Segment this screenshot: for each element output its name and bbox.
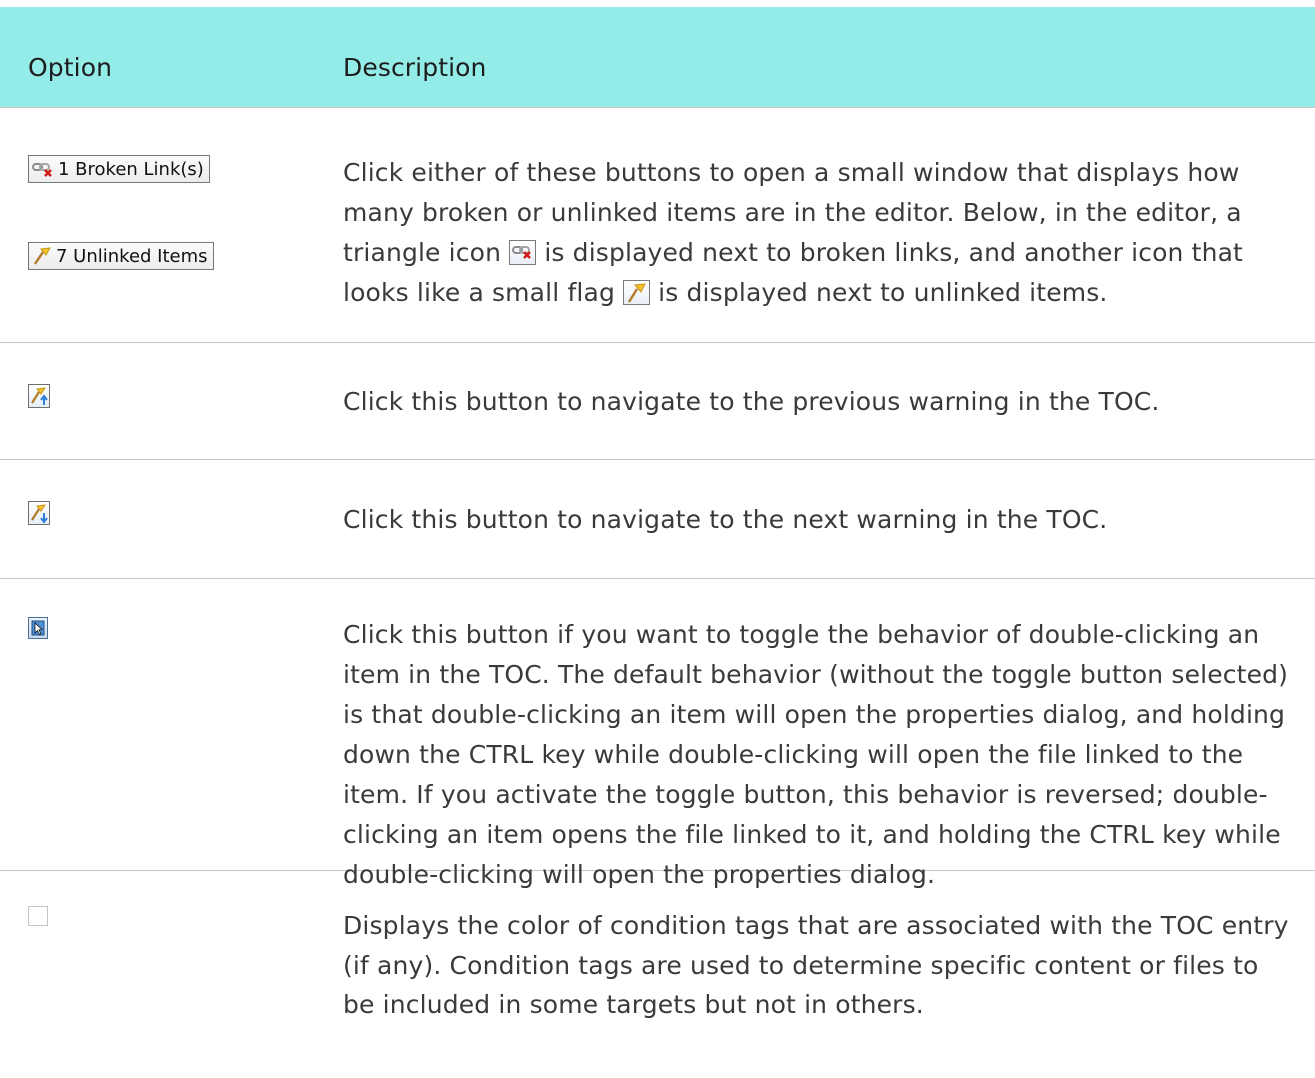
table-row: Click this button if you want to toggle … <box>0 579 1315 889</box>
broken-links-button[interactable]: 1 Broken Link(s) <box>28 155 210 183</box>
unlinked-flag-icon <box>623 280 651 305</box>
table-header: Option Description <box>0 7 1315 108</box>
row-description: Click this button to navigate to the nex… <box>343 505 1108 534</box>
header-option: Option <box>28 53 113 82</box>
description-text: is displayed next to unlinked items. <box>650 278 1108 307</box>
next-warning-icon <box>31 504 48 524</box>
header-description: Description <box>343 53 487 82</box>
row-description: Click this button to navigate to the pre… <box>343 387 1160 416</box>
broken-links-label: 1 Broken Link(s) <box>58 158 204 180</box>
broken-link-icon <box>32 160 54 178</box>
table-row: Displays the color of condition tags tha… <box>0 871 1315 1071</box>
row-description: Displays the color of condition tags tha… <box>343 911 1289 1019</box>
table-row: Click this button to navigate to the nex… <box>0 460 1315 579</box>
row-description: Click either of these buttons to open a … <box>343 153 1295 313</box>
toggle-double-click-icon <box>31 620 45 636</box>
row-description: Click this button if you want to toggle … <box>343 620 1289 889</box>
broken-link-icon <box>509 240 537 265</box>
unlinked-flag-icon <box>32 246 52 266</box>
condition-tag-color-box <box>28 906 48 926</box>
next-warning-button[interactable] <box>28 501 50 525</box>
previous-warning-button[interactable] <box>28 384 50 408</box>
toggle-double-click-button[interactable] <box>28 617 48 639</box>
top-spacer <box>0 0 1315 7</box>
table-row: Click this button to navigate to the pre… <box>0 343 1315 460</box>
previous-warning-icon <box>31 387 48 405</box>
unlinked-items-label: 7 Unlinked Items <box>56 245 208 267</box>
table-row: 1 Broken Link(s) 7 Unlinked Items Click … <box>0 108 1315 343</box>
unlinked-items-button[interactable]: 7 Unlinked Items <box>28 242 214 270</box>
